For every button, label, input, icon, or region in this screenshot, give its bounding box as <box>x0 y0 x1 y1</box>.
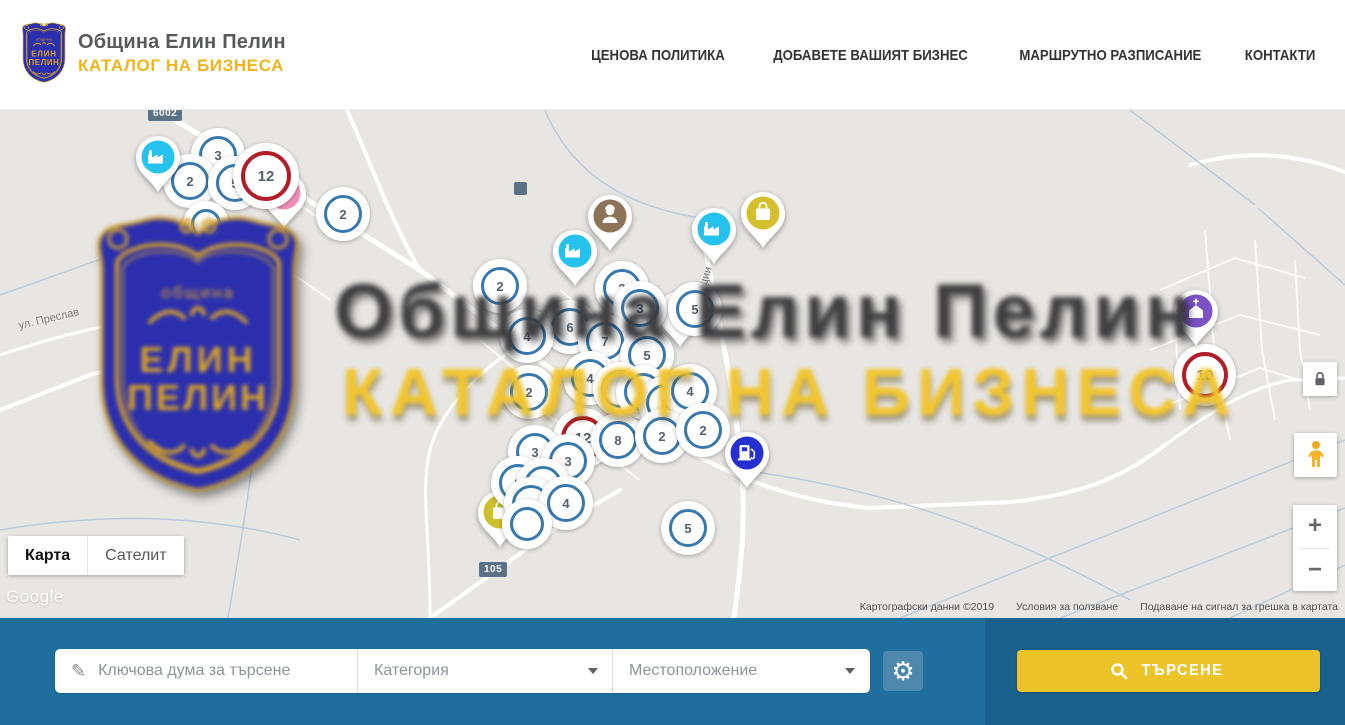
lock-icon <box>1310 369 1330 389</box>
factory-pin-marker[interactable] <box>135 135 181 193</box>
cluster-marker[interactable]: 2 <box>316 187 370 241</box>
cluster-marker[interactable] <box>502 499 552 549</box>
header: община ЕЛИН ПЕЛИН Община Елин Пелин КАТА… <box>0 0 1345 110</box>
cluster-marker[interactable]: 2 <box>473 259 527 313</box>
svg-text:ПЕЛИН: ПЕЛИН <box>29 58 60 67</box>
zoom-out-button[interactable]: − <box>1293 549 1337 592</box>
gear-icon: ⚙ <box>891 658 914 684</box>
map-attribution: Картографски данни ©2019 Условия за полз… <box>860 601 1338 613</box>
category-select-label: Категория <box>374 662 588 680</box>
logo-title: Община Елин Пелин <box>78 31 286 54</box>
cluster-marker[interactable]: 5 <box>661 501 715 555</box>
cluster-marker[interactable]: 2 <box>502 365 556 419</box>
report-error-link[interactable]: Подаване на сигнал за грешка в картата <box>1140 601 1338 613</box>
fuel-pin-marker[interactable] <box>724 431 770 489</box>
pegman-icon <box>1305 440 1327 470</box>
main-nav: ЦЕНОВА ПОЛИТИКА ДОБАВЕТЕ ВАШИЯТ БИЗНЕС М… <box>556 0 1320 110</box>
map-viewport[interactable]: 6002 105 ул. Преслав бул. „Новоселци" ци… <box>0 110 1345 618</box>
pencil-icon: ✎ <box>71 661 86 682</box>
zoom-control: + − <box>1293 505 1337 591</box>
bag-pin-marker[interactable] <box>740 191 786 249</box>
cluster-marker[interactable]: 5 <box>668 282 722 336</box>
street-view-pegman-button[interactable] <box>1294 433 1337 477</box>
scroll-lock-button[interactable] <box>1303 362 1337 396</box>
category-select[interactable]: Категория <box>358 649 613 693</box>
search-button-label: ТЪРСЕНЕ <box>1142 662 1224 680</box>
municipality-crest-icon: община ЕЛИН ПЕЛИН <box>20 21 68 85</box>
search-bar: ✎ Категория Местоположение ⚙ ТЪРСЕНЕ <box>0 618 1345 725</box>
location-select-label: Местоположение <box>629 662 845 680</box>
advanced-search-button[interactable]: ⚙ <box>883 651 923 691</box>
keyword-input[interactable] <box>98 662 328 680</box>
cluster-marker[interactable]: 10 <box>1174 344 1236 406</box>
map-type-satellite-button[interactable]: Сателит <box>87 536 183 575</box>
cluster-marker[interactable] <box>183 201 229 247</box>
church-pin-marker[interactable] <box>1173 289 1219 347</box>
markers-layer: 3251222235647542278412822333834510 <box>0 110 1345 618</box>
svg-text:община: община <box>36 37 52 41</box>
chevron-down-icon <box>845 668 855 674</box>
chevron-down-icon <box>588 668 598 674</box>
nav-item-pricing[interactable]: ЦЕНОВА ПОЛИТИКА <box>591 47 725 64</box>
terms-link[interactable]: Условия за ползване <box>1016 601 1118 613</box>
search-icon <box>1110 662 1128 680</box>
google-logo[interactable]: Google <box>6 587 64 607</box>
cluster-marker[interactable]: 4 <box>500 309 554 363</box>
zoom-in-button[interactable]: + <box>1293 505 1337 548</box>
nav-item-transport-schedule[interactable]: МАРШРУТНО РАЗПИСАНИЕ <box>1019 47 1201 64</box>
search-button[interactable]: ТЪРСЕНЕ <box>1017 650 1320 692</box>
cluster-marker[interactable]: 2 <box>676 403 730 457</box>
search-form: ✎ Категория Местоположение <box>55 649 870 693</box>
worker-pin-marker[interactable] <box>587 194 633 252</box>
cluster-marker[interactable]: 12 <box>233 143 299 209</box>
location-select[interactable]: Местоположение <box>613 649 869 693</box>
nav-item-add-business[interactable]: ДОБАВЕТЕ ВАШИЯТ БИЗНЕС <box>773 47 968 64</box>
logo-link[interactable]: община ЕЛИН ПЕЛИН Община Елин Пелин КАТА… <box>20 21 286 85</box>
factory-pin-marker[interactable] <box>691 207 737 265</box>
map-type-control: Карта Сателит <box>8 536 184 575</box>
nav-item-contacts[interactable]: КОНТАКТИ <box>1245 47 1316 64</box>
svg-text:ЕЛИН: ЕЛИН <box>31 49 57 58</box>
keyword-section: ✎ <box>55 649 358 693</box>
logo-text: Община Елин Пелин КАТАЛОГ НА БИЗНЕСА <box>78 31 286 76</box>
map-type-map-button[interactable]: Карта <box>8 536 87 575</box>
logo-subtitle: КАТАЛОГ НА БИЗНЕСА <box>78 56 286 76</box>
map-copyright: Картографски данни ©2019 <box>860 601 994 613</box>
